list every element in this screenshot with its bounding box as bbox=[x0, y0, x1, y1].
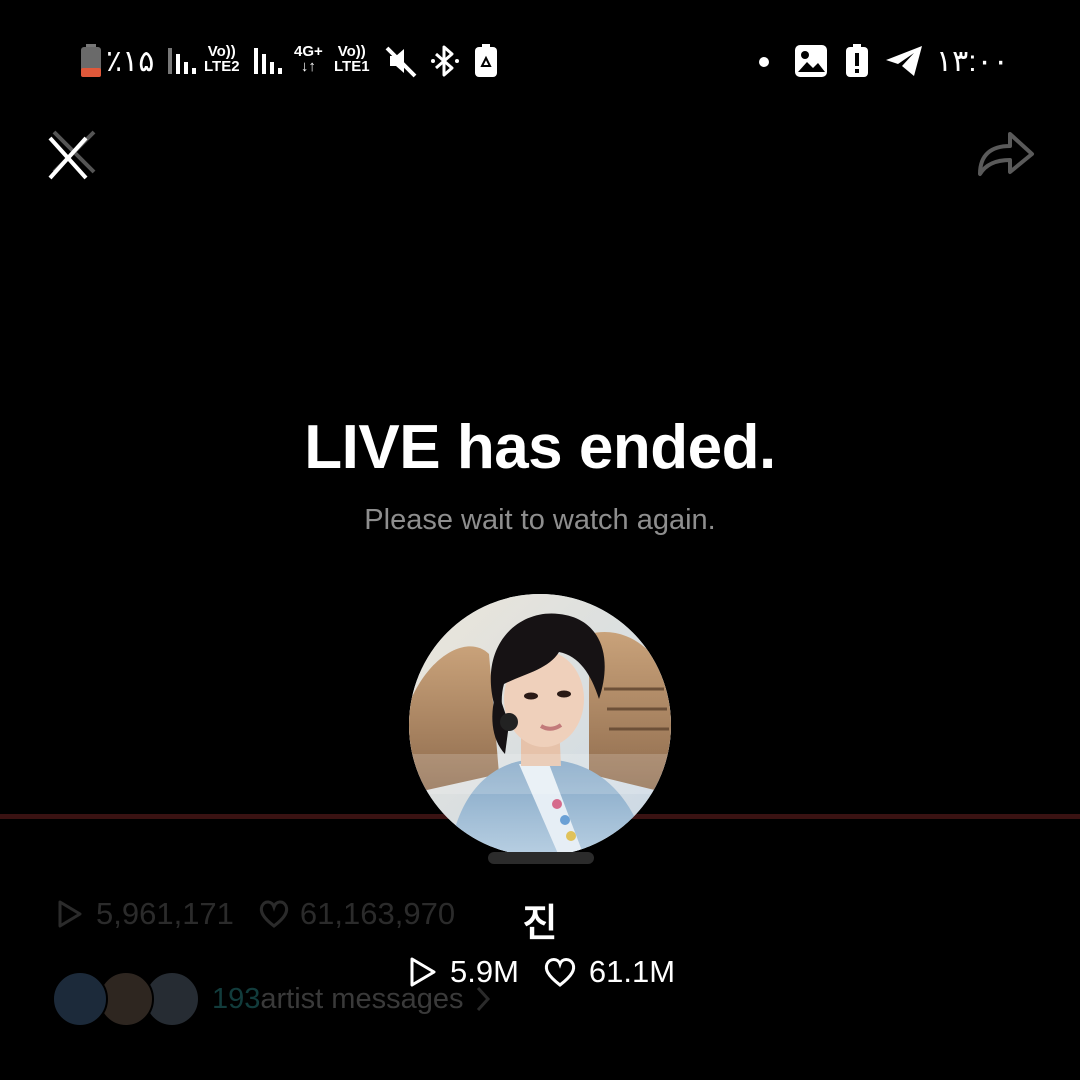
avatar bbox=[52, 971, 108, 1027]
notification-dot-icon bbox=[758, 56, 770, 68]
status-bar: ٪۱۵ Vo)) LTE2 4G+ ↓↑ Vo)) LTE1 ۱۳:۰۰ bbox=[0, 0, 1080, 120]
likes-stat: 61.1M bbox=[543, 954, 675, 990]
volte-lte2-indicator: Vo)) LTE2 bbox=[204, 44, 240, 74]
live-ended-title: LIVE has ended. bbox=[304, 413, 776, 482]
telegram-icon bbox=[884, 44, 924, 78]
live-ended-subtitle: Please wait to watch again. bbox=[364, 504, 716, 536]
share-icon bbox=[978, 132, 1034, 176]
close-button[interactable] bbox=[46, 128, 102, 189]
alert-battery-icon bbox=[845, 44, 869, 78]
artist-photo bbox=[409, 594, 671, 856]
volte-lte1-indicator: Vo)) LTE1 bbox=[334, 44, 370, 74]
signal-strength-icon bbox=[254, 46, 284, 76]
network-4g-indicator: 4G+ ↓↑ bbox=[294, 44, 323, 74]
signal-strength-icon bbox=[168, 46, 198, 76]
battery-percent: ٪۱۵ bbox=[106, 45, 155, 78]
clock: ۱۳:۰۰ bbox=[936, 45, 1009, 78]
gallery-icon bbox=[794, 44, 828, 78]
bluetooth-icon bbox=[430, 44, 460, 78]
volte-label: Vo)) bbox=[207, 43, 236, 60]
avatar-underline bbox=[488, 852, 594, 864]
artist-stats: 5.9M 61.1M bbox=[408, 954, 675, 990]
mute-icon bbox=[384, 44, 418, 78]
artist-messages-count: 193 bbox=[212, 982, 261, 1015]
artist-name: 진 bbox=[522, 901, 558, 945]
network-type-label: 4G+ bbox=[294, 43, 323, 60]
play-icon bbox=[410, 957, 436, 987]
close-icon bbox=[48, 130, 96, 180]
battery-saver-icon bbox=[474, 44, 498, 78]
lte1-label: LTE1 bbox=[334, 58, 370, 75]
data-arrows-label: ↓↑ bbox=[300, 58, 316, 75]
plays-count: 5.9M bbox=[450, 954, 519, 989]
heart-icon bbox=[544, 958, 576, 987]
share-button[interactable] bbox=[974, 124, 1038, 185]
volte-label: Vo)) bbox=[337, 43, 366, 60]
battery-icon bbox=[80, 44, 102, 78]
plays-stat: 5.9M bbox=[408, 954, 519, 990]
likes-count: 61.1M bbox=[588, 954, 676, 989]
artist-avatar[interactable] bbox=[409, 594, 671, 856]
lte2-label: LTE2 bbox=[204, 58, 240, 75]
